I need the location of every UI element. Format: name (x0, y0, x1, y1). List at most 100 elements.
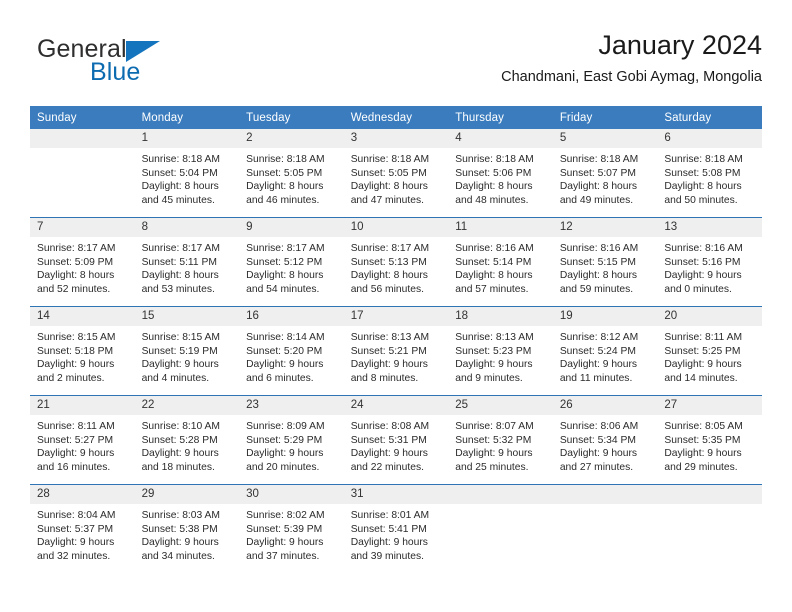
day-cell[interactable]: 29 Sunrise: 8:03 AM Sunset: 5:38 PM Dayligh… (134, 485, 240, 573)
day-cell[interactable]: 25 Sunrise: 8:07 AM Sunset: 5:32 PM Dayligh… (448, 396, 553, 484)
day-detail-line: and 0 minutes. (664, 283, 732, 295)
day-cell[interactable]: 21 Sunrise: 8:11 AM Sunset: 5:27 PM Dayligh… (30, 396, 135, 484)
page-subtitle: Chandmani, East Gobi Aymag, Mongolia (501, 69, 762, 85)
day-cell[interactable]: 2 Sunrise: 8:18 AM Sunset: 5:05 PM Daylight… (239, 129, 344, 217)
day-number: 9 (239, 218, 344, 237)
day-number (448, 485, 553, 504)
day-cell[interactable]: 19 Sunrise: 8:12 AM Sunset: 5:24 PM Dayligh… (552, 307, 658, 395)
day-cell[interactable]: 13 Sunrise: 8:16 AM Sunset: 5:16 PM Dayligh… (657, 218, 762, 306)
calendar-day-cell: 2 Sunrise: 8:18 AM Sunset: 5:05 PM Daylight… (239, 129, 344, 218)
day-cell[interactable]: 10 Sunrise: 8:17 AM Sunset: 5:13 PM Dayligh… (343, 218, 449, 306)
calendar-day-cell: 31 Sunrise: 8:01 AM Sunset: 5:41 PM Dayligh… (343, 484, 449, 573)
day-cell[interactable]: 15 Sunrise: 8:15 AM Sunset: 5:19 PM Dayligh… (134, 307, 240, 395)
day-detail-line: Daylight: 8 hours (559, 270, 638, 282)
day-detail-line: and 9 minutes. (455, 372, 523, 384)
calendar-day-cell (30, 129, 135, 218)
day-number: 28 (30, 485, 135, 504)
calendar-day-cell: 3 Sunrise: 8:18 AM Sunset: 5:05 PM Daylight… (343, 129, 449, 218)
day-cell[interactable]: 18 Sunrise: 8:13 AM Sunset: 5:23 PM Dayligh… (448, 307, 553, 395)
day-detail-line: and 11 minutes. (559, 372, 633, 384)
day-number (30, 129, 135, 148)
day-detail-line: Daylight: 8 hours (559, 181, 638, 193)
day-cell[interactable]: 27 Sunrise: 8:05 AM Sunset: 5:35 PM Dayligh… (657, 396, 762, 484)
day-detail-line: Daylight: 8 hours (350, 181, 428, 193)
day-cell[interactable]: 17 Sunrise: 8:13 AM Sunset: 5:21 PM Dayligh… (343, 307, 449, 395)
calendar-day-cell: 9 Sunrise: 8:17 AM Sunset: 5:12 PM Daylight… (239, 217, 344, 307)
calendar-day-cell: 19 Sunrise: 8:12 AM Sunset: 5:24 PM Dayligh… (552, 306, 658, 396)
day-detail-line: Daylight: 9 hours (559, 448, 638, 460)
day-detail-lines: Sunrise: 8:15 AM Sunset: 5:18 PM Daylight:… (30, 326, 135, 385)
day-detail-line: Daylight: 9 hours (37, 537, 115, 549)
day-detail-line: Sunset: 5:13 PM (350, 256, 427, 268)
day-cell[interactable]: 31 Sunrise: 8:01 AM Sunset: 5:41 PM Dayligh… (343, 485, 449, 573)
day-detail-line: and 29 minutes. (664, 461, 738, 473)
day-number: 29 (134, 485, 240, 504)
day-cell[interactable]: 28 Sunrise: 8:04 AM Sunset: 5:37 PM Dayligh… (30, 485, 135, 573)
day-cell[interactable]: 4 Sunrise: 8:18 AM Sunset: 5:06 PM Daylight… (448, 129, 553, 217)
day-number: 13 (657, 218, 762, 237)
day-detail-lines: Sunrise: 8:16 AM Sunset: 5:15 PM Daylight:… (553, 237, 658, 296)
calendar-page: General Blue January 2024 Chandmani, Eas… (0, 0, 792, 612)
day-detail-line: Sunrise: 8:16 AM (559, 243, 639, 254)
calendar-day-cell: 11 Sunrise: 8:16 AM Sunset: 5:14 PM Dayligh… (448, 217, 553, 307)
day-cell[interactable]: 8 Sunrise: 8:17 AM Sunset: 5:11 PM Daylight… (134, 218, 240, 306)
day-detail-line: Sunset: 5:38 PM (141, 523, 218, 535)
day-detail-lines: Sunrise: 8:03 AM Sunset: 5:38 PM Daylight:… (135, 504, 240, 563)
day-detail-lines: Sunrise: 8:12 AM Sunset: 5:24 PM Daylight:… (553, 326, 658, 385)
calendar-week-row: 1 Sunrise: 8:18 AM Sunset: 5:04 PM Daylight… (30, 129, 762, 218)
calendar-day-cell: 26 Sunrise: 8:06 AM Sunset: 5:34 PM Dayligh… (552, 395, 658, 485)
day-detail-line: Sunrise: 8:18 AM (455, 154, 534, 165)
day-cell[interactable]: 1 Sunrise: 8:18 AM Sunset: 5:04 PM Daylight… (134, 129, 240, 217)
day-detail-lines: Sunrise: 8:13 AM Sunset: 5:21 PM Daylight:… (344, 326, 449, 385)
day-detail-line: and 22 minutes. (350, 461, 424, 473)
day-cell[interactable]: 20 Sunrise: 8:11 AM Sunset: 5:25 PM Dayligh… (657, 307, 762, 395)
day-detail-line: and 49 minutes. (559, 194, 634, 206)
day-cell[interactable]: 5 Sunrise: 8:18 AM Sunset: 5:07 PM Daylight… (552, 129, 658, 217)
day-detail-line: Sunset: 5:08 PM (664, 167, 741, 179)
day-detail-line: Sunrise: 8:15 AM (141, 332, 220, 343)
day-detail-line: Sunset: 5:05 PM (246, 167, 323, 179)
day-cell[interactable]: 12 Sunrise: 8:16 AM Sunset: 5:15 PM Dayligh… (552, 218, 658, 306)
calendar-day-cell: 1 Sunrise: 8:18 AM Sunset: 5:04 PM Daylight… (134, 129, 240, 218)
weekday-header-row: Sunday Monday Tuesday Wednesday Thursday Frid… (30, 106, 762, 129)
day-detail-line: Sunset: 5:29 PM (246, 434, 323, 446)
day-cell[interactable]: 9 Sunrise: 8:17 AM Sunset: 5:12 PM Daylight… (239, 218, 344, 306)
day-detail-line: and 27 minutes. (559, 461, 634, 473)
day-detail-line: Sunrise: 8:17 AM (141, 243, 220, 254)
day-detail-line: and 6 minutes. (246, 372, 314, 384)
day-cell[interactable]: 3 Sunrise: 8:18 AM Sunset: 5:05 PM Daylight… (343, 129, 449, 217)
day-detail-lines (657, 504, 762, 509)
day-cell[interactable]: 30 Sunrise: 8:02 AM Sunset: 5:39 PM Dayligh… (239, 485, 344, 573)
day-cell[interactable]: 11 Sunrise: 8:16 AM Sunset: 5:14 PM Dayligh… (448, 218, 553, 306)
day-cell[interactable]: 7 Sunrise: 8:17 AM Sunset: 5:09 PM Daylight… (30, 218, 135, 306)
day-number: 3 (343, 129, 449, 148)
day-cell[interactable]: 26 Sunrise: 8:06 AM Sunset: 5:34 PM Dayligh… (552, 396, 658, 484)
day-number: 1 (134, 129, 240, 148)
day-detail-line: Sunrise: 8:17 AM (246, 243, 325, 254)
day-detail-line: Sunset: 5:14 PM (455, 256, 532, 268)
calendar-day-cell: 25 Sunrise: 8:07 AM Sunset: 5:32 PM Dayligh… (448, 395, 553, 485)
day-cell[interactable]: 14 Sunrise: 8:15 AM Sunset: 5:18 PM Dayligh… (30, 307, 135, 395)
day-detail-line: Sunrise: 8:11 AM (37, 421, 115, 432)
day-number: 31 (343, 485, 449, 504)
page-title: January 2024 (598, 30, 762, 60)
calendar-day-cell: 20 Sunrise: 8:11 AM Sunset: 5:25 PM Dayligh… (657, 306, 762, 396)
day-detail-line: Sunrise: 8:18 AM (559, 154, 639, 165)
day-detail-line: Daylight: 9 hours (246, 537, 324, 549)
day-detail-line: Sunrise: 8:17 AM (350, 243, 430, 254)
calendar-day-cell: 14 Sunrise: 8:15 AM Sunset: 5:18 PM Dayligh… (30, 306, 135, 396)
day-number: 16 (239, 307, 344, 326)
day-detail-line: and 32 minutes. (37, 550, 111, 562)
day-detail-line: Sunrise: 8:10 AM (141, 421, 220, 432)
day-detail-line: Daylight: 9 hours (664, 270, 742, 282)
day-cell[interactable]: 24 Sunrise: 8:08 AM Sunset: 5:31 PM Dayligh… (343, 396, 449, 484)
general-blue-logo[interactable]: General Blue (30, 30, 260, 90)
day-cell[interactable]: 23 Sunrise: 8:09 AM Sunset: 5:29 PM Dayligh… (239, 396, 344, 484)
empty-day-cell (552, 485, 658, 573)
day-cell[interactable]: 22 Sunrise: 8:10 AM Sunset: 5:28 PM Dayligh… (134, 396, 240, 484)
day-detail-line: Sunrise: 8:16 AM (664, 243, 743, 254)
day-detail-line: Sunrise: 8:07 AM (455, 421, 534, 432)
day-cell[interactable]: 16 Sunrise: 8:14 AM Sunset: 5:20 PM Dayligh… (239, 307, 344, 395)
day-detail-line: Daylight: 9 hours (664, 359, 742, 371)
day-cell[interactable]: 6 Sunrise: 8:18 AM Sunset: 5:08 PM Daylight… (657, 129, 762, 217)
